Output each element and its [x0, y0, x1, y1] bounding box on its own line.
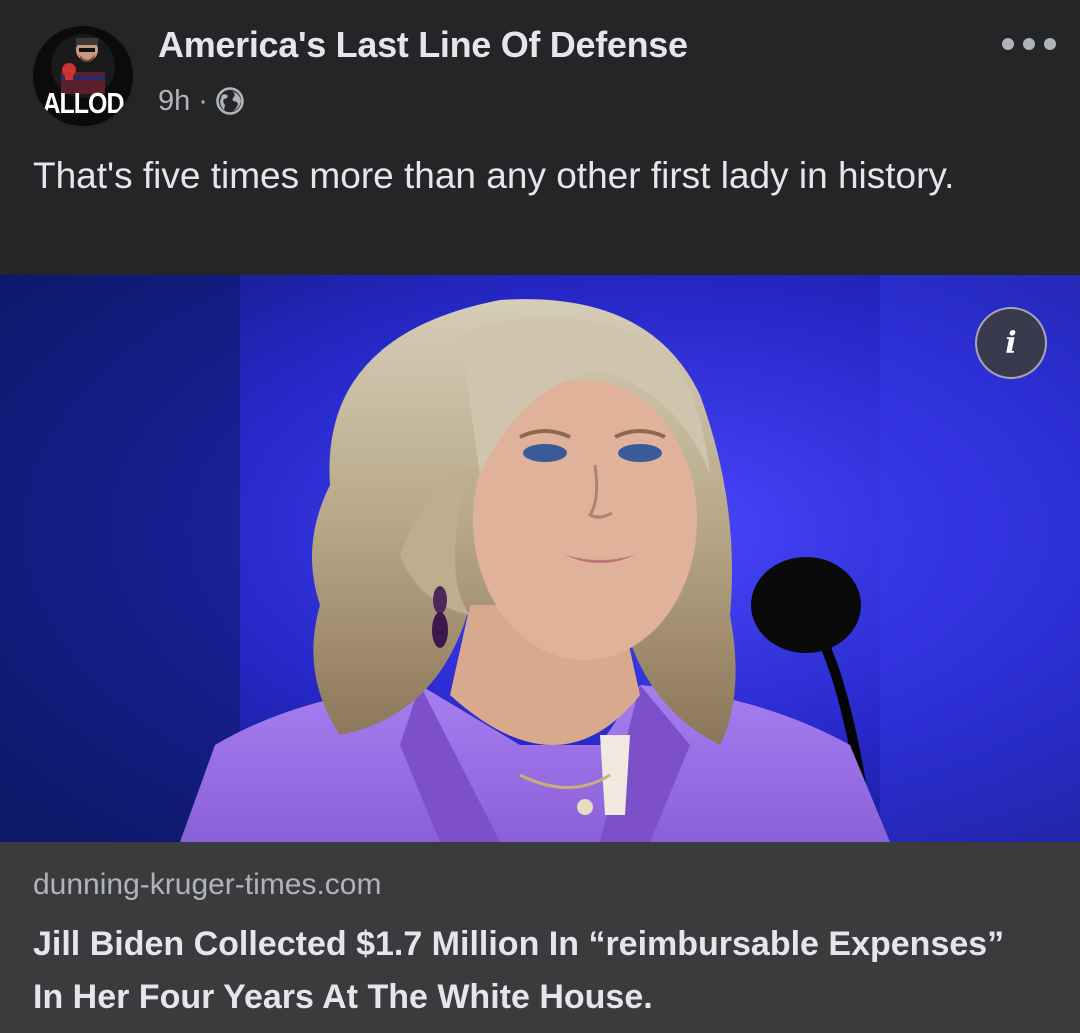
page-avatar[interactable]: ALLOD	[33, 26, 133, 126]
more-dot	[1023, 38, 1035, 50]
globe-icon[interactable]	[216, 87, 244, 115]
link-domain: dunning-kruger-times.com	[33, 868, 382, 901]
post-header: ALLOD America's Last Line Of Defense 9h …	[0, 0, 1080, 140]
more-dot	[1044, 38, 1056, 50]
more-options-icon[interactable]	[1002, 34, 1056, 54]
info-icon[interactable]: i	[975, 307, 1047, 379]
photo-image	[0, 275, 1080, 842]
link-title[interactable]: Jill Biden Collected $1.7 Million In “re…	[33, 918, 1043, 1024]
post-meta: 9h ·	[158, 84, 244, 118]
more-dot	[1002, 38, 1014, 50]
avatar-logo-text: ALLOD	[42, 87, 124, 121]
post-timestamp[interactable]: 9h	[158, 85, 190, 118]
post-caption: That's five times more than any other fi…	[33, 155, 955, 196]
page-name-link[interactable]: America's Last Line Of Defense	[158, 24, 688, 66]
link-preview-card[interactable]: dunning-kruger-times.com Jill Biden Coll…	[0, 842, 1080, 1033]
meta-separator: ·	[198, 84, 208, 117]
post-photo[interactable]	[0, 275, 1080, 842]
